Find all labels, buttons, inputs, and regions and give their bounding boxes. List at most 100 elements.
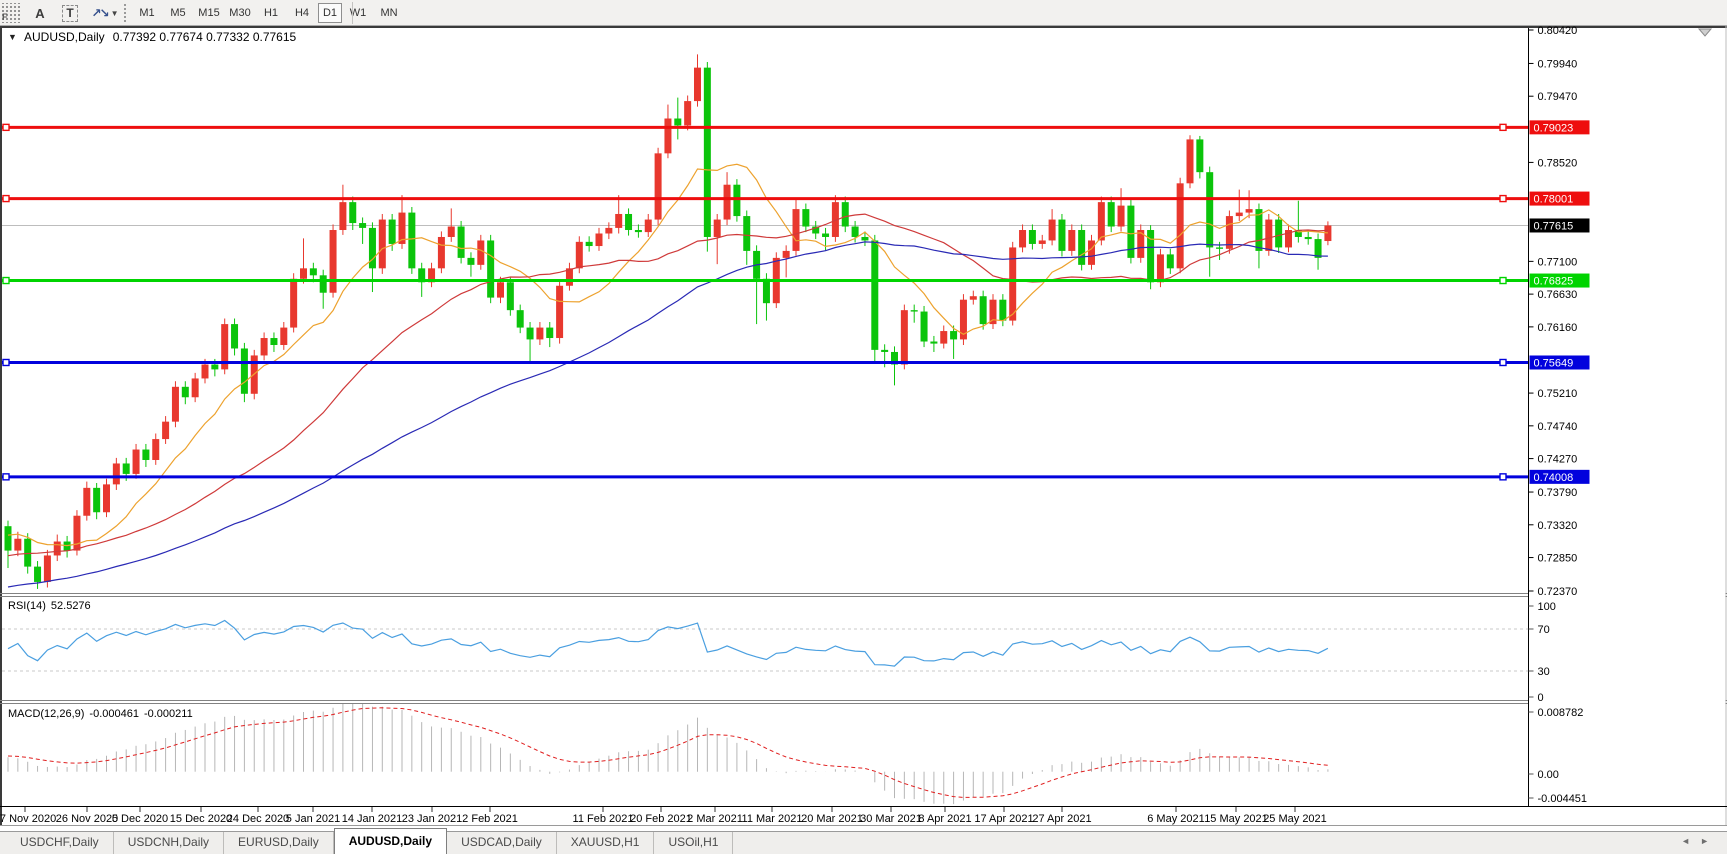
candle-body (1029, 230, 1036, 244)
candle-body (44, 555, 51, 581)
timeframe-button-m15[interactable]: M15 (194, 3, 224, 23)
candle-body (330, 230, 337, 293)
line-handle-left[interactable] (3, 278, 9, 284)
line-handle-right[interactable] (1500, 278, 1506, 284)
candle-body (842, 202, 849, 226)
candle-body (1088, 240, 1095, 264)
line-handle-left[interactable] (3, 124, 9, 130)
tab-usdchf[interactable]: USDCHF,Daily (6, 832, 114, 854)
candle-body (1216, 247, 1223, 248)
candle-body (389, 220, 396, 244)
candle-body (940, 331, 947, 344)
candle-body (507, 282, 514, 310)
time-label: 15 May 2021 (1204, 813, 1268, 825)
candle-body (980, 296, 987, 324)
tab-usdcnh[interactable]: USDCNH,Daily (114, 832, 224, 854)
candle-body (1196, 139, 1203, 172)
tab-audusd[interactable]: AUDUSD,Daily (334, 828, 447, 854)
arrows-tool-button[interactable]: ↗↘▼ (90, 3, 120, 23)
macd-axis-label: 0.00 (1538, 769, 1559, 781)
candle-body (280, 328, 287, 345)
chart-background (0, 26, 1727, 826)
line-handle-right[interactable] (1500, 124, 1506, 130)
price-tick-label: 0.78520 (1538, 157, 1578, 169)
candle-body (655, 153, 662, 219)
candle-body (763, 279, 770, 303)
candle-body (664, 119, 671, 154)
candle-body (605, 228, 612, 234)
candle-body (349, 202, 356, 223)
text-label-tool-button[interactable]: T (60, 3, 80, 23)
chart-symbol-period: AUDUSD,Daily (24, 30, 105, 44)
text-tool-button[interactable]: A (30, 3, 50, 23)
candle-body (54, 542, 61, 556)
candle-body (802, 209, 809, 226)
time-label: 30 Mar 2021 (860, 813, 922, 825)
symbol-dropdown-icon[interactable]: ▼ (8, 32, 17, 42)
tab-xauusd[interactable]: XAUUSD,H1 (557, 832, 655, 854)
candle-body (950, 331, 957, 339)
candle-body (1177, 183, 1184, 268)
line-handle-right[interactable] (1500, 359, 1506, 365)
candle-body (852, 227, 859, 237)
time-label: 17 Apr 2021 (974, 813, 1033, 825)
candle-body (930, 342, 937, 344)
timeframe-button-w1[interactable]: W1 (343, 3, 373, 23)
candle-body (1068, 230, 1075, 251)
candle-body (970, 296, 977, 299)
line-handle-right[interactable] (1500, 196, 1506, 202)
tab-scroll-right-icon[interactable]: ► (1700, 836, 1719, 846)
candle-body (133, 450, 140, 474)
macd-axis-label: 0.008782 (1538, 707, 1584, 719)
timeframe-button-h1[interactable]: H1 (256, 3, 286, 23)
tab-usdcad[interactable]: USDCAD,Daily (447, 832, 557, 854)
price-tick-label: 0.72370 (1538, 586, 1578, 598)
candle-body (871, 240, 878, 349)
macd-axis-label: -0.004451 (1538, 793, 1588, 805)
candle-body (694, 68, 701, 101)
candle-body (192, 378, 199, 397)
tab-scroll-left-icon[interactable]: ◄ (1681, 836, 1700, 846)
line-handle-left[interactable] (3, 474, 9, 480)
candle-body (586, 242, 593, 246)
timeframe-button-m5[interactable]: M5 (163, 3, 193, 23)
candle-body (290, 279, 297, 328)
candle-body (1167, 254, 1174, 268)
price-tick-label: 0.79470 (1538, 91, 1578, 103)
candle-body (162, 422, 169, 439)
candle-body (1118, 206, 1125, 227)
timeframe-button-m30[interactable]: M30 (225, 3, 255, 23)
line-handle-left[interactable] (3, 359, 9, 365)
timeframe-button-d1[interactable]: D1 (318, 3, 342, 23)
candle-body (1098, 202, 1105, 240)
rsi-axis-label: 70 (1538, 624, 1550, 636)
price-tick-label: 0.76630 (1538, 289, 1578, 301)
time-label: 8 Apr 2021 (918, 813, 971, 825)
tab-eurusd[interactable]: EURUSD,Daily (224, 832, 334, 854)
chart-canvas: 0.804200.799400.794700.785200.771000.766… (0, 26, 1727, 826)
candle-body (310, 268, 317, 275)
timeframe-button-mn[interactable]: MN (374, 3, 404, 23)
timeframe-button-m1[interactable]: M1 (132, 3, 162, 23)
chart-ohlc-values: 0.77392 0.77674 0.77332 0.77615 (113, 30, 297, 44)
candle-body (783, 251, 790, 258)
symbol-tab-bar: USDCHF,DailyUSDCNH,DailyEURUSD,DailyAUDU… (0, 831, 1727, 854)
toolbar-drag-handle[interactable] (124, 4, 129, 22)
rsi-value: 52.5276 (51, 600, 91, 612)
candle-body (467, 258, 474, 265)
price-axis-strip[interactable] (1529, 28, 1726, 806)
time-label: 26 Nov 2020 (56, 813, 118, 825)
toolbar-separator (352, 2, 353, 24)
mt4-window: F A T ↗↘▼ M1M5M15M30H1H4D1W1MN 0.804200.… (0, 0, 1727, 854)
fibonacci-tool-icon[interactable]: F (1, 3, 21, 23)
timeframe-button-h4[interactable]: H4 (287, 3, 317, 23)
price-tick-label: 0.73790 (1538, 487, 1578, 499)
time-label: 2 Feb 2021 (462, 813, 518, 825)
line-handle-right[interactable] (1500, 474, 1506, 480)
rsi-name: RSI(14) (8, 600, 46, 612)
line-handle-left[interactable] (3, 196, 9, 202)
price-tick-label: 0.79940 (1538, 58, 1578, 70)
tab-usoil[interactable]: USOil,H1 (654, 832, 733, 854)
candle-body (369, 228, 376, 268)
candle-body (527, 328, 534, 340)
